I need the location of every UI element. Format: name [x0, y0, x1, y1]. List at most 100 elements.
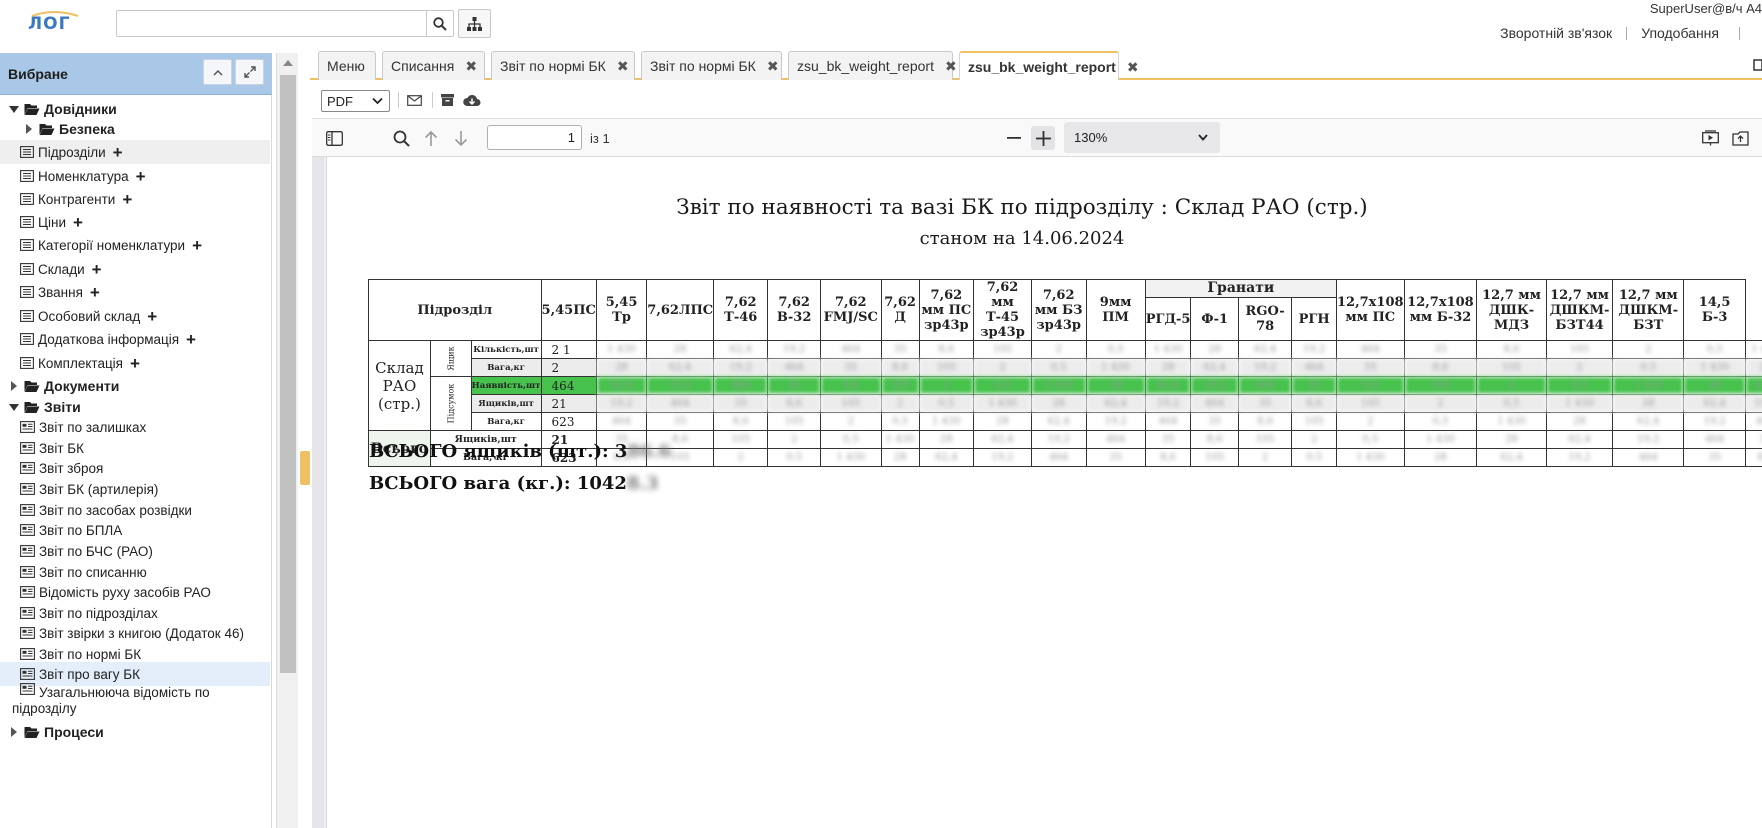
table-cell-redacted: 464 — [595, 412, 648, 431]
add-icon[interactable]: + — [73, 214, 83, 231]
user-name[interactable]: SuperUser@в/ч А4 — [1650, 1, 1762, 16]
table-cell-redacted: 62,4 — [1745, 376, 1762, 395]
list-icon — [20, 263, 34, 275]
tab[interactable]: zsu_bk_weight_report ✖ — [959, 51, 1139, 81]
sidebar-item[interactable]: Підрозділи + — [0, 140, 270, 164]
expand-button[interactable] — [235, 59, 264, 85]
sidebar-item[interactable]: Номенклатура + — [0, 164, 270, 188]
table-cell-redacted: 62,4 — [595, 376, 648, 395]
column-header: 12,7х108 мм ПС — [1335, 279, 1405, 341]
sidebar-item[interactable]: Категорії номенклатури + — [0, 233, 270, 257]
list-icon — [20, 146, 34, 158]
sidebar-item[interactable]: Склади + — [0, 257, 270, 281]
search-input[interactable] — [117, 11, 427, 36]
table-cell-redacted: 35 — [1237, 394, 1293, 413]
next-page-button[interactable] — [449, 126, 473, 150]
add-icon[interactable]: + — [192, 237, 202, 254]
close-icon[interactable]: ✖ — [1127, 59, 1139, 76]
total-weight-label: ВСЬОГО вага (кг.): 1042 — [369, 473, 627, 494]
close-icon[interactable]: ✖ — [945, 58, 957, 75]
tab[interactable]: Меню — [318, 51, 376, 80]
list-icon — [20, 146, 34, 158]
add-icon[interactable]: + — [136, 168, 146, 185]
folder-open-icon — [24, 726, 40, 738]
table-cell-redacted: 0,5 — [1335, 430, 1405, 449]
search-button[interactable] — [426, 11, 453, 36]
sidebar-item[interactable]: Комплектація + — [0, 351, 270, 375]
close-icon[interactable]: ✖ — [617, 58, 629, 75]
table-cell-redacted: 105 — [1190, 448, 1239, 467]
sidebar-item-label: Безпека — [59, 121, 115, 137]
add-icon[interactable]: + — [92, 261, 102, 278]
sidebar-scrollbar[interactable] — [276, 53, 298, 828]
table-row: Ящиків,шт 21 19,2 464 35 8,6 105 2 0,5 1 430 28 62,… — [369, 394, 1762, 413]
presentation-mode-button[interactable] — [1698, 126, 1722, 150]
open-file-button[interactable] — [1728, 126, 1752, 150]
app-logo[interactable]: ЛОГ — [26, 10, 82, 36]
scroll-up-icon[interactable] — [283, 60, 293, 66]
download-button[interactable] — [462, 90, 482, 110]
sidebar-item[interactable]: Звання + — [0, 280, 270, 304]
report-table: Підрозділ 5,45ПС 5,45 Тр 7,62ЛПС 7,62 Т-46 7,… — [368, 279, 1762, 467]
zoom-select[interactable]: 130% — [1064, 122, 1220, 153]
column-header: 7,62 мм БЗ зр43р — [1030, 279, 1087, 341]
structure-button[interactable] — [458, 9, 491, 38]
add-icon[interactable]: + — [113, 144, 123, 161]
find-button[interactable] — [389, 126, 413, 150]
caret-down-icon[interactable] — [7, 403, 21, 411]
tab[interactable]: Списання ✖ — [382, 51, 485, 80]
add-icon[interactable]: + — [147, 308, 157, 325]
zoom-out-button[interactable] — [1002, 126, 1026, 150]
sidebar-item-label: Комплектація — [38, 355, 123, 371]
report-icon — [20, 524, 35, 536]
sidebar-item[interactable]: Особовий склад + — [0, 304, 270, 328]
close-icon[interactable]: ✖ — [767, 58, 779, 75]
table-cell-redacted: 19,2 — [1545, 448, 1614, 467]
email-button[interactable] — [404, 90, 424, 110]
caret-right-icon[interactable] — [7, 727, 21, 737]
pdf-canvas[interactable]: Звіт по наявності та вазі БК по підрозді… — [312, 157, 1762, 828]
tab[interactable]: zsu_bk_weight_report ✖ — [788, 51, 957, 80]
open-file-icon — [1731, 131, 1749, 146]
sidebar-item[interactable]: Додаткова інформація + — [0, 327, 270, 351]
row-value: 2 1 — [540, 340, 597, 359]
sidebar-item[interactable]: Ціни + — [0, 210, 270, 234]
folder-icon — [24, 380, 40, 393]
tab[interactable]: Звіт по нормі БК ✖ — [491, 51, 635, 80]
preferences-link[interactable]: Уподобання — [1641, 25, 1719, 41]
caret-right-icon[interactable] — [22, 124, 36, 134]
table-cell-redacted: 35 — [1335, 358, 1405, 377]
report-icon — [20, 462, 35, 474]
close-icon[interactable]: ✖ — [465, 58, 477, 75]
add-icon[interactable]: + — [186, 331, 196, 348]
sidebar-item[interactable]: Безпека — [0, 117, 270, 141]
sidebar-item[interactable]: Контрагенти + — [0, 187, 270, 211]
caret-right-icon[interactable] — [7, 381, 21, 391]
sidebar-item[interactable]: Процеси — [0, 720, 270, 744]
collapse-button[interactable] — [203, 59, 232, 85]
add-icon[interactable]: + — [90, 284, 100, 301]
table-cell-redacted: 35 — [1403, 340, 1478, 359]
scrollbar-thumb[interactable] — [280, 75, 296, 673]
sidebar: Вибране Довідники Безпека Підрозділи + Номен… — [0, 53, 272, 828]
row-value: 464 — [540, 376, 597, 395]
column-header: 12,7 мм ДШКМ-БЗТ — [1612, 279, 1685, 341]
add-icon[interactable]: + — [130, 355, 140, 372]
previous-page-button[interactable] — [419, 126, 443, 150]
page-number-input[interactable]: 1 — [487, 125, 582, 150]
format-select[interactable]: PDF — [321, 90, 390, 112]
archive-button[interactable] — [437, 90, 457, 110]
sidebar-item[interactable]: Узагальнююча відомість по підрозділу — [0, 683, 270, 719]
table-cell-redacted: 35 — [767, 376, 821, 395]
tab[interactable]: Звіт по нормі БК ✖ — [641, 51, 782, 80]
pin-icon[interactable] — [1752, 58, 1762, 72]
sidebar-resize-handle[interactable] — [300, 451, 310, 485]
zoom-in-button[interactable] — [1031, 126, 1055, 150]
caret-down-icon[interactable] — [7, 105, 21, 113]
toggle-sidebar-button[interactable] — [322, 126, 346, 150]
table-cell-redacted: 35 — [1745, 430, 1762, 449]
list-icon — [20, 170, 34, 182]
add-icon[interactable]: + — [122, 191, 132, 208]
feedback-link[interactable]: Зворотній зв'язок — [1500, 25, 1612, 41]
table-cell-redacted: 105 — [1237, 430, 1293, 449]
